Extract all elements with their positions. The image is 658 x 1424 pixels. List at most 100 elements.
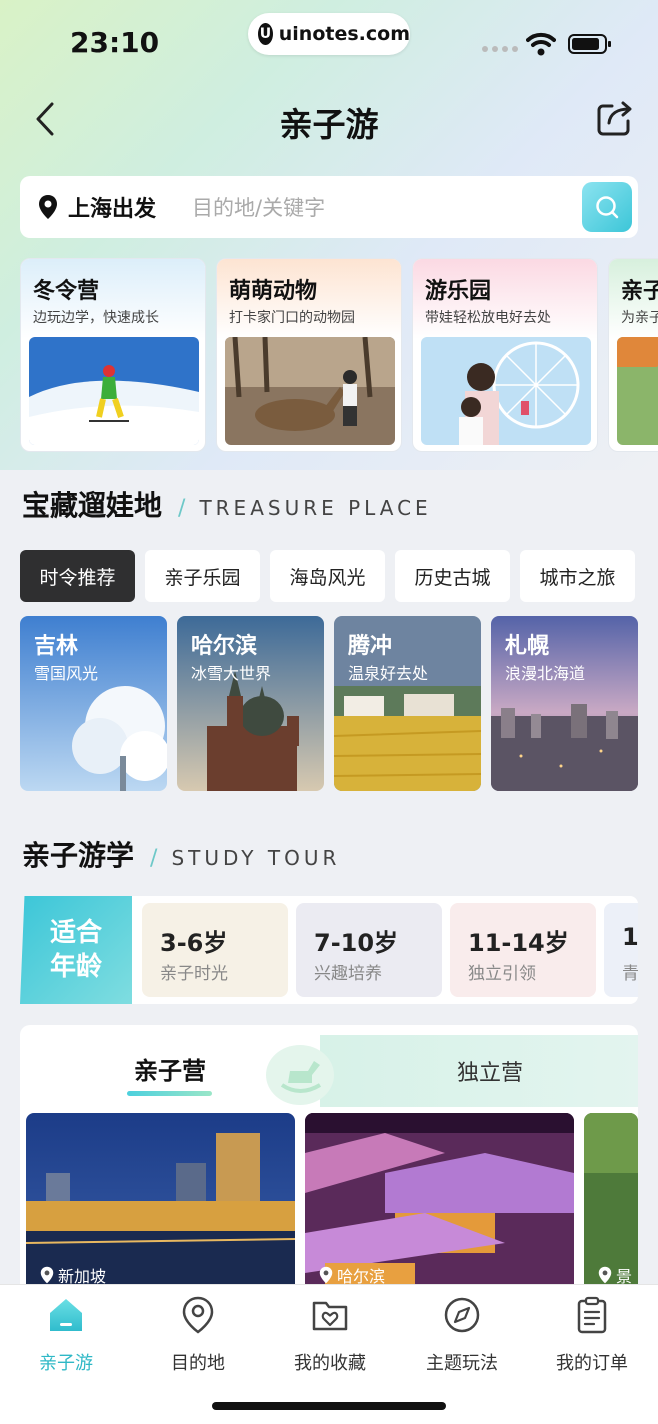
chip-family-park[interactable]: 亲子乐园 bbox=[145, 550, 260, 602]
category-image-ferris-wheel bbox=[421, 337, 591, 445]
chip-seasonal[interactable]: 时令推荐 bbox=[20, 550, 135, 602]
destination-card-harbin[interactable]: 哈尔滨 冰雪大世界 bbox=[177, 616, 324, 791]
share-icon[interactable] bbox=[596, 99, 634, 137]
rocking-horse-icon bbox=[266, 1045, 334, 1105]
category-image-skiing bbox=[29, 337, 199, 445]
destination-list: 吉林 雪国风光 哈尔滨 冰雪大世界 腾冲 温泉好去处 札幌 浪漫北海道 bbox=[20, 616, 638, 791]
tab-label: 亲子游 bbox=[39, 1353, 93, 1374]
destination-name: 札幌 bbox=[505, 634, 550, 659]
departure-city[interactable]: 上海出发 bbox=[68, 191, 156, 223]
age-desc: 兴趣培养 bbox=[314, 964, 382, 984]
destination-card-tengchong[interactable]: 腾冲 温泉好去处 bbox=[334, 616, 481, 791]
status-bar: 23:10 U uinotes.com bbox=[0, 0, 658, 80]
age-card-7-10[interactable]: 7-10岁 兴趣培养 bbox=[296, 903, 442, 997]
tab-label: 目的地 bbox=[171, 1353, 225, 1374]
page-title: 亲子游 bbox=[279, 105, 379, 144]
section-title: 亲子游学 bbox=[22, 839, 135, 872]
section-title-en: STUDY TOUR bbox=[171, 846, 341, 870]
tab-destination[interactable]: 目的地 bbox=[132, 1295, 264, 1375]
section-header-treasure: 宝藏遛娃地 / TREASURE PLACE bbox=[22, 484, 432, 524]
destination-name: 哈尔滨 bbox=[191, 634, 258, 659]
tab-family-travel[interactable]: 亲子游 bbox=[0, 1295, 132, 1375]
age-card-15-partial[interactable]: 15 青 bbox=[604, 903, 638, 997]
destination-subtitle: 温泉好去处 bbox=[348, 664, 429, 683]
destination-name: 腾冲 bbox=[348, 634, 393, 659]
section-title-en: TREASURE PLACE bbox=[199, 496, 432, 520]
age-label-line2: 年龄 bbox=[49, 952, 102, 982]
chip-city-tour[interactable]: 城市之旅 bbox=[520, 550, 635, 602]
category-subtitle: 为亲子 bbox=[621, 310, 658, 326]
tab-label: 我的订单 bbox=[556, 1353, 628, 1374]
age-label: 适合 年龄 bbox=[20, 896, 132, 1004]
search-icon bbox=[596, 196, 619, 219]
category-carousel[interactable]: 冬令营 边玩边学，快速成长 萌萌动物 打卡家门口的动物园 游乐园 带娃轻松放电好… bbox=[20, 258, 658, 454]
destination-subtitle: 雪国风光 bbox=[34, 664, 99, 683]
url-text: uinotes.com bbox=[278, 23, 410, 45]
category-image-camping bbox=[617, 337, 658, 445]
location-pin-icon bbox=[182, 1296, 214, 1334]
compass-icon bbox=[444, 1297, 480, 1333]
category-card-winter-camp[interactable]: 冬令营 边玩边学，快速成长 bbox=[20, 258, 206, 452]
destination-card-sapporo[interactable]: 札幌 浪漫北海道 bbox=[491, 616, 638, 791]
camp-card-list: 新加坡 哈尔滨 景 bbox=[26, 1113, 638, 1295]
age-range: 15 bbox=[622, 923, 638, 951]
section-divider: / bbox=[178, 496, 186, 521]
battery-icon bbox=[568, 34, 611, 54]
age-desc: 亲子时光 bbox=[160, 964, 228, 984]
camp-card-singapore[interactable]: 新加坡 bbox=[26, 1113, 295, 1295]
search-button[interactable] bbox=[582, 182, 632, 232]
tab-favorites[interactable]: 我的收藏 bbox=[264, 1295, 396, 1375]
signal-icon bbox=[482, 46, 518, 52]
category-subtitle: 边玩边学，快速成长 bbox=[33, 310, 159, 326]
camp-card-harbin[interactable]: 哈尔滨 bbox=[305, 1113, 574, 1295]
section-divider: / bbox=[150, 846, 158, 871]
tab-family-camp[interactable]: 亲子营 bbox=[80, 1051, 260, 1086]
location-pin-icon bbox=[319, 1266, 333, 1284]
age-card-11-14[interactable]: 11-14岁 独立引领 bbox=[450, 903, 596, 997]
location-pin-icon bbox=[598, 1266, 612, 1284]
url-pill: U uinotes.com bbox=[248, 13, 410, 55]
age-label-line1: 适合 bbox=[49, 918, 102, 948]
category-subtitle: 打卡家门口的动物园 bbox=[229, 310, 355, 326]
age-range: 11-14岁 bbox=[468, 929, 569, 957]
home-indicator bbox=[212, 1402, 446, 1410]
active-tab-indicator bbox=[127, 1091, 212, 1096]
age-range: 7-10岁 bbox=[314, 929, 399, 957]
search-bar[interactable]: 上海出发 目的地/关键字 bbox=[20, 176, 638, 238]
section-title: 宝藏遛娃地 bbox=[22, 489, 163, 522]
age-selector: 适合 年龄 3-6岁 亲子时光 7-10岁 兴趣培养 11-14岁 独立引领 1… bbox=[20, 896, 638, 1004]
category-image-deer bbox=[225, 337, 395, 445]
category-card-animals[interactable]: 萌萌动物 打卡家门口的动物园 bbox=[216, 258, 402, 452]
chip-island[interactable]: 海岛风光 bbox=[270, 550, 385, 602]
category-title: 冬令营 bbox=[33, 279, 100, 304]
tab-independent-camp[interactable]: 独立营 bbox=[400, 1055, 580, 1087]
wifi-icon bbox=[526, 32, 556, 56]
category-title: 亲子 bbox=[621, 279, 658, 304]
section-header-study: 亲子游学 / STUDY TOUR bbox=[22, 834, 340, 874]
category-title: 游乐园 bbox=[425, 279, 492, 304]
tab-orders[interactable]: 我的订单 bbox=[526, 1295, 658, 1375]
filter-chips: 时令推荐 亲子乐园 海岛风光 历史古城 城市之旅 bbox=[20, 550, 635, 602]
category-card-partial[interactable]: 亲子 为亲子 bbox=[608, 258, 658, 452]
chip-ancient-city[interactable]: 历史古城 bbox=[395, 550, 510, 602]
tab-label: 主题玩法 bbox=[426, 1353, 498, 1374]
search-input[interactable]: 目的地/关键字 bbox=[192, 192, 325, 222]
destination-name: 吉林 bbox=[34, 634, 79, 659]
destination-card-jilin[interactable]: 吉林 雪国风光 bbox=[20, 616, 167, 791]
uinotes-logo-icon: U bbox=[258, 23, 273, 45]
category-title: 萌萌动物 bbox=[229, 279, 318, 304]
camp-card-partial[interactable]: 景 bbox=[584, 1113, 638, 1295]
location-pin-icon bbox=[40, 1266, 54, 1284]
age-card-3-6[interactable]: 3-6岁 亲子时光 bbox=[142, 903, 288, 997]
tab-label: 我的收藏 bbox=[294, 1353, 366, 1374]
camp-tabs: 亲子营 独立营 bbox=[20, 1025, 638, 1107]
age-desc: 独立引领 bbox=[468, 964, 536, 984]
age-range: 3-6岁 bbox=[160, 929, 228, 957]
destination-subtitle: 冰雪大世界 bbox=[191, 664, 272, 683]
category-card-amusement-park[interactable]: 游乐园 带娃轻松放电好去处 bbox=[412, 258, 598, 452]
favorites-folder-icon bbox=[312, 1301, 348, 1331]
age-desc: 青 bbox=[622, 964, 638, 984]
destination-subtitle: 浪漫北海道 bbox=[505, 664, 586, 683]
camp-panel: 亲子营 独立营 新加坡 哈尔滨 景 bbox=[20, 1025, 638, 1295]
tab-themes[interactable]: 主题玩法 bbox=[396, 1295, 528, 1375]
